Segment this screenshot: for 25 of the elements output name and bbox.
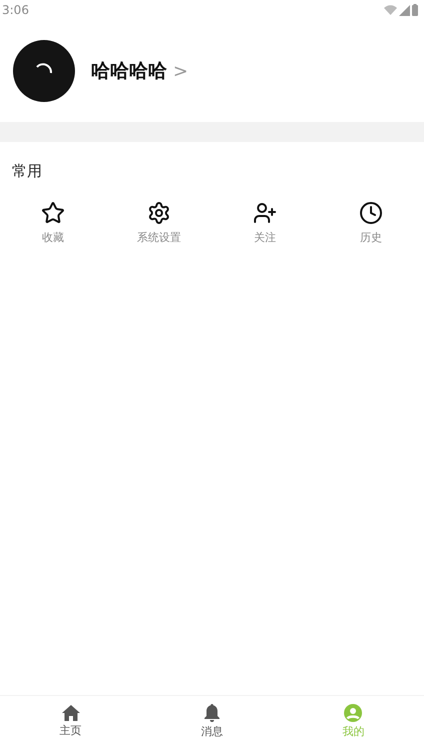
nav-tab[interactable]: 消息 [141, 696, 283, 746]
nav-tab[interactable]: 主页 [0, 696, 142, 746]
chevron[interactable]: > [173, 60, 188, 82]
shortcut-label[interactable]: 关注 [254, 230, 276, 245]
bell-icon [204, 704, 220, 722]
settings-icon [147, 201, 171, 225]
tab-label: 我的 [342, 724, 364, 738]
section-title: 常用 [11, 161, 43, 181]
shortcut-label[interactable]: 历史 [360, 230, 382, 245]
tab-label: 主页 [60, 722, 82, 738]
nav-tab[interactable]: 我的 [282, 696, 424, 746]
status-time: 3:06 [2, 3, 29, 17]
star-icon [41, 201, 65, 225]
user-plus-icon [253, 201, 277, 225]
user-icon [344, 704, 362, 722]
clock-icon [359, 201, 383, 225]
wifi-icon [384, 5, 397, 15]
shortcut-label[interactable]: 收藏 [42, 230, 64, 245]
shortcut-label[interactable]: 系统设置 [137, 230, 181, 245]
user-name[interactable]: 哈哈哈哈 [91, 58, 167, 84]
avatar [13, 40, 75, 102]
battery-icon [412, 4, 418, 16]
tab-label: 消息 [200, 724, 223, 738]
signal-icon [399, 4, 410, 16]
home-icon [62, 704, 80, 720]
